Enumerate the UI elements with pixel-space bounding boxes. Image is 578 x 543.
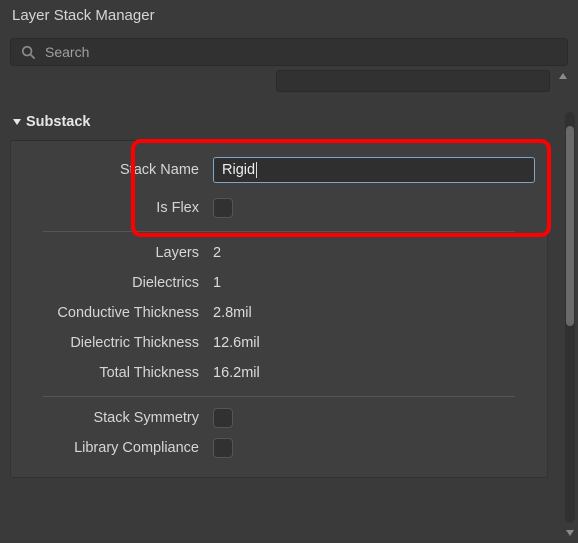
value-conductive-thickness: 2.8mil (213, 305, 539, 321)
label-library-compliance: Library Compliance (19, 440, 199, 456)
scrollbar-track[interactable] (565, 112, 575, 523)
label-dielectrics: Dielectrics (19, 275, 199, 291)
disclosure-triangle-icon (12, 117, 22, 127)
search-icon (21, 45, 35, 59)
label-conductive-thickness: Conductive Thickness (19, 305, 199, 321)
section-title: Substack (26, 114, 90, 130)
scroll-up-icon-area (556, 72, 570, 102)
label-stack-symmetry: Stack Symmetry (19, 410, 199, 426)
scrollbar-thumb[interactable] (566, 126, 574, 326)
vertical-scrollbar[interactable] (562, 104, 578, 543)
search-bar-container: Search (0, 34, 578, 74)
stack-name-input[interactable]: Rigid (213, 157, 535, 183)
stack-name-value: Rigid (222, 162, 255, 178)
divider-2 (43, 396, 515, 397)
search-placeholder: Search (45, 44, 89, 60)
is-flex-checkbox[interactable] (213, 198, 233, 218)
stack-symmetry-checkbox[interactable] (213, 408, 233, 428)
value-dielectric-thickness: 12.6mil (213, 335, 539, 351)
page-title: Layer Stack Manager (0, 0, 578, 34)
label-total-thickness: Total Thickness (19, 365, 199, 381)
section-header-substack[interactable]: Substack (10, 104, 548, 140)
top-collapsed-area (0, 74, 578, 104)
label-layers: Layers (19, 245, 199, 261)
triangle-down-icon[interactable] (565, 529, 575, 537)
label-stack-name: Stack Name (19, 162, 199, 178)
substack-panel: Stack Name Rigid Is Flex Layers 2 (10, 140, 548, 478)
search-input[interactable]: Search (10, 38, 568, 66)
value-dielectrics: 1 (213, 275, 539, 291)
label-is-flex: Is Flex (19, 200, 199, 216)
label-dielectric-thickness: Dielectric Thickness (19, 335, 199, 351)
collapsed-input[interactable] (276, 70, 550, 92)
library-compliance-checkbox[interactable] (213, 438, 233, 458)
divider-1 (43, 231, 515, 232)
layer-stack-manager-window: Layer Stack Manager Search Substack (0, 0, 578, 543)
value-layers: 2 (213, 245, 539, 261)
text-caret (256, 162, 257, 178)
triangle-up-icon[interactable] (558, 72, 568, 80)
value-total-thickness: 16.2mil (213, 365, 539, 381)
